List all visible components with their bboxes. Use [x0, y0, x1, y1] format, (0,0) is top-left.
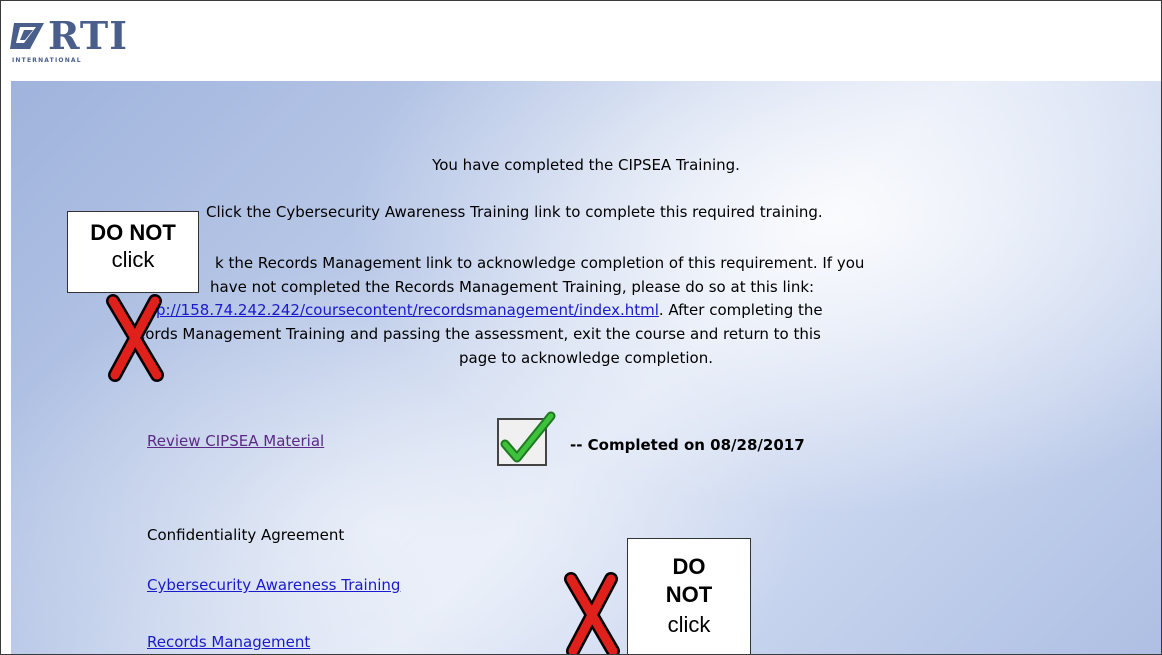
- cipsea-completed-checkbox: [497, 411, 556, 466]
- page-frame: RTI INTERNATIONAL You have completed the…: [0, 0, 1162, 655]
- review-cipsea-link[interactable]: Review CIPSEA Material: [147, 430, 324, 452]
- checkbox-checked-icon: [500, 411, 556, 463]
- records-after-url-text: . After completing the: [658, 301, 823, 319]
- do-not-click-callout-top: DO NOT click: [67, 211, 199, 293]
- rti-logo[interactable]: RTI INTERNATIONAL: [10, 13, 150, 69]
- logo-text: RTI: [48, 13, 128, 58]
- records-instruction-line1: k the Records Management link to acknowl…: [215, 254, 865, 272]
- logo-subtext: INTERNATIONAL: [12, 57, 82, 64]
- records-management-link[interactable]: Records Management: [147, 631, 310, 653]
- records-instruction-line5: page to acknowledge completion.: [458, 349, 714, 367]
- records-training-url-link[interactable]: p://158.74.242.242/coursecontent/records…: [156, 301, 659, 319]
- training-panel: You have completed the CIPSEA Training. …: [11, 81, 1161, 654]
- callout-bottom-line2: NOT: [665, 582, 713, 607]
- do-not-click-callout-bottom: DO NOT click: [627, 538, 751, 654]
- completion-message: You have completed the CIPSEA Training.: [432, 156, 740, 174]
- callout-top-line1: DO NOT: [90, 220, 176, 245]
- records-instruction-line4: cords Management Training and passing th…: [137, 325, 821, 343]
- red-x-icon: [564, 572, 620, 654]
- cybersecurity-training-link[interactable]: Cybersecurity Awareness Training: [147, 574, 400, 596]
- callout-top-line2: click: [111, 247, 155, 272]
- rti-logo-icon: [10, 23, 44, 49]
- records-instruction-line3: p://158.74.242.242/coursecontent/records…: [156, 299, 823, 321]
- header: RTI INTERNATIONAL: [1, 1, 1161, 81]
- callout-bottom-line1: DO: [672, 554, 706, 579]
- red-x-icon: [106, 294, 164, 382]
- callout-bottom-line3: click: [667, 612, 711, 637]
- confidentiality-agreement-label: Confidentiality Agreement: [147, 526, 345, 544]
- cybersecurity-instruction: Click the Cybersecurity Awareness Traini…: [206, 203, 823, 221]
- completed-on-text: -- Completed on 08/28/2017: [570, 436, 805, 454]
- records-instruction-line2: have not completed the Records Managemen…: [210, 278, 815, 296]
